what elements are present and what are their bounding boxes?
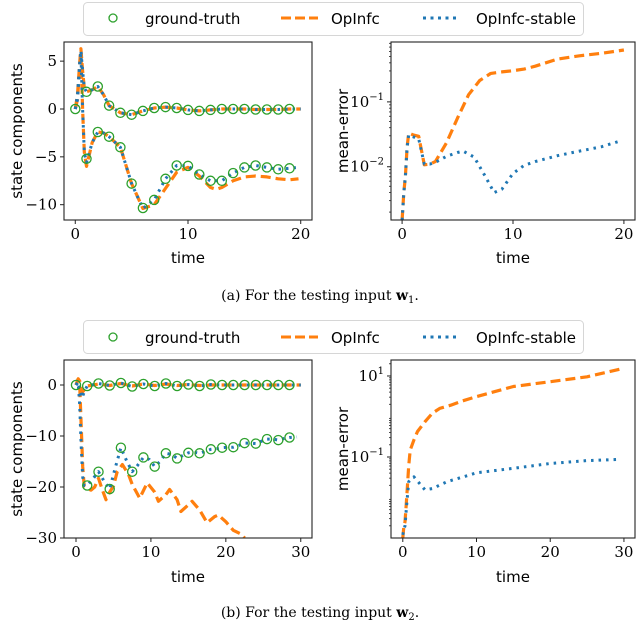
axes-frame (390, 41, 636, 221)
panel-a-mean-error: 0 10 20 10−1 10−2 time mean-error (334, 41, 636, 267)
caption-b: (b) For the testing input w2. (221, 605, 419, 623)
series-line-opinfc (401, 366, 625, 538)
legend-label-opinfc-stable: OpInfc-stable (476, 329, 576, 347)
legend-b: ground-truth OpInfc OpInfc-stable (83, 320, 584, 354)
plot-area (70, 47, 301, 214)
x-tick-label: 30 (291, 543, 310, 561)
y-tick-label: 5 (47, 52, 57, 70)
plot-area (401, 366, 625, 538)
x-tick-label: 10 (178, 225, 197, 243)
legend-label-opinfc: OpInfc (331, 10, 380, 28)
y-axis-label: state components (8, 63, 26, 199)
ground-truth-point (272, 164, 284, 175)
x-tick-label: 30 (614, 543, 633, 561)
series-line-opinfc-component-2 (74, 377, 246, 538)
y-tick-label: 10−1 (350, 447, 384, 466)
series-line-opinfc-stable-component-2 (73, 52, 299, 210)
x-tick-label: 20 (614, 225, 633, 243)
ground-truth-point (216, 175, 228, 187)
panel-b-state-components: 0 10 20 30 0 −10 −20 −30 time state components (8, 359, 313, 586)
y-tick-label: 101 (359, 366, 384, 385)
y-axis-label: mean-error (334, 406, 352, 491)
plot-area (400, 48, 625, 220)
ground-truth-point (205, 175, 216, 187)
legend-label-ground-truth: ground-truth (145, 10, 240, 28)
y-tick-label: −20 (25, 478, 57, 496)
series-line-opinfc-component-2 (73, 49, 299, 211)
x-tick-label: 0 (398, 543, 408, 561)
x-tick-label: 0 (70, 225, 80, 243)
legend-label-ground-truth: ground-truth (145, 329, 240, 347)
ground-truth-point (250, 438, 262, 449)
y-axis-label: mean-error (334, 88, 352, 173)
x-axis-label: time (171, 249, 205, 267)
y-tick-label: 10−1 (350, 92, 384, 111)
ground-truth-point (149, 461, 160, 472)
y-tick-label: 0 (47, 376, 57, 394)
ground-truth-point (160, 173, 171, 185)
legend-label-opinfc: OpInfc (331, 329, 380, 347)
ground-truth-point (261, 433, 273, 445)
y-tick-label: −10 (25, 196, 57, 214)
x-tick-label: 10 (467, 543, 486, 561)
caption-a: (a) For the testing input w1. (221, 288, 419, 306)
panel-b-mean-error: 0 10 20 30 101 10−1 time mean-error (334, 359, 636, 586)
plot-area (70, 377, 301, 538)
legend-a: ground-truth OpInfc OpInfc-stable (83, 2, 584, 36)
x-tick-label: 0 (71, 543, 81, 561)
y-tick-label: 10−2 (350, 157, 384, 176)
ground-truth-point (138, 452, 149, 463)
x-tick-label: 10 (503, 225, 522, 243)
y-tick-label: −10 (25, 427, 57, 445)
ground-truth-point (171, 453, 183, 464)
legend-label-opinfc-stable: OpInfc-stable (476, 10, 576, 28)
x-tick-label: 0 (397, 225, 407, 243)
y-tick-label: −5 (35, 148, 57, 166)
panel-a-state-components: 0 10 20 5 0 −5 −10 time state components (8, 41, 313, 267)
figure: ground-truth OpInfc OpInfc-stable ground… (8, 2, 636, 623)
x-axis-label: time (171, 568, 205, 586)
series-line-opinfc (400, 48, 625, 220)
y-tick-label: 0 (47, 100, 57, 118)
x-axis-label: time (496, 249, 530, 267)
y-tick-label: −30 (25, 529, 57, 547)
series-line-opinfc-stable (401, 457, 621, 536)
y-axis-label: state components (8, 381, 26, 517)
x-tick-label: 20 (216, 543, 235, 561)
x-tick-label: 10 (141, 543, 160, 561)
x-axis-label: time (496, 568, 530, 586)
x-tick-label: 20 (291, 225, 310, 243)
x-tick-label: 20 (541, 543, 560, 561)
series-line-opinfc-stable (400, 133, 619, 220)
